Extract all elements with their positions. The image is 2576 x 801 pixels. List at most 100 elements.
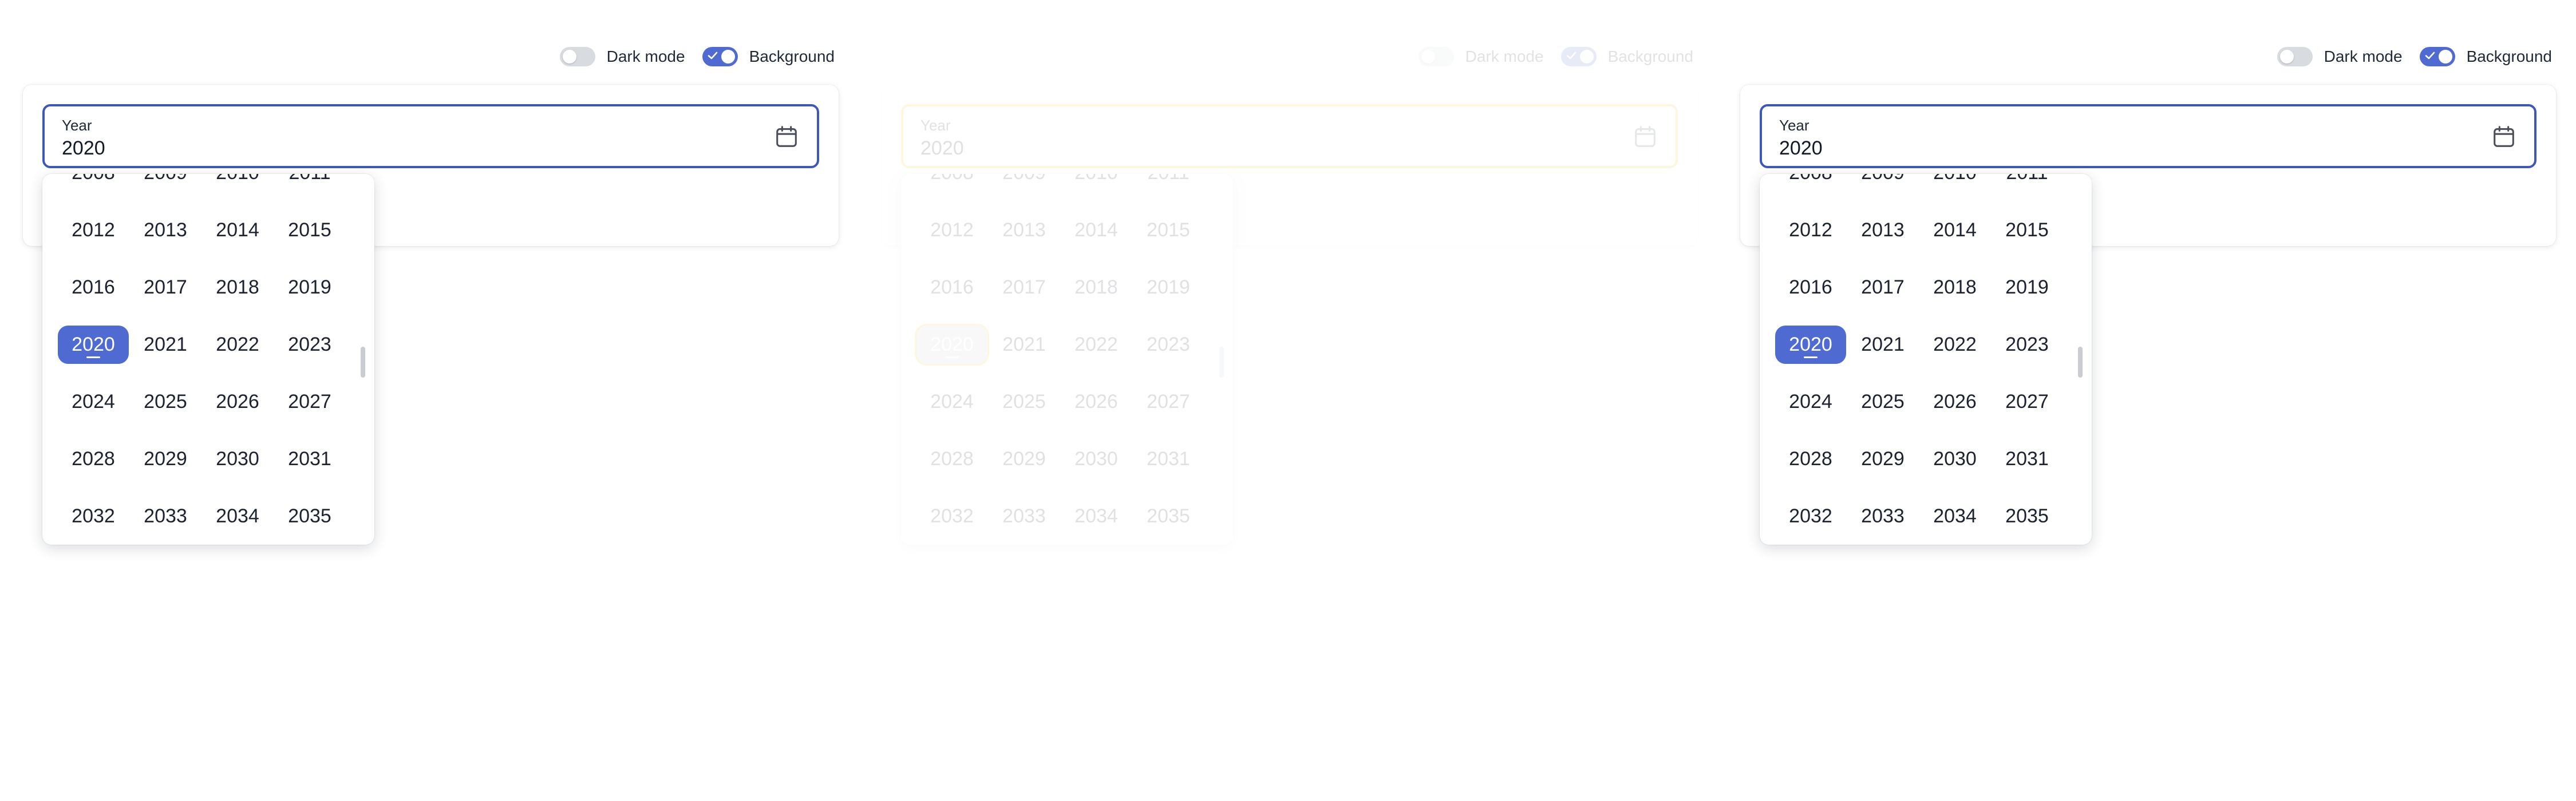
year-option[interactable]: 2025 <box>129 373 202 430</box>
year-option[interactable]: 2027 <box>1132 373 1204 430</box>
year-option[interactable]: 2013 <box>988 201 1060 259</box>
year-option[interactable]: 2028 <box>57 430 129 487</box>
year-option[interactable]: 2028 <box>916 430 988 487</box>
year-option[interactable]: 2023 <box>1991 316 2063 373</box>
year-option[interactable]: 2029 <box>988 430 1060 487</box>
year-option[interactable]: 2010 <box>1060 174 1132 201</box>
year-option[interactable]: 2022 <box>202 316 274 373</box>
year-option[interactable]: 2008 <box>1775 174 1847 201</box>
year-option[interactable]: 2033 <box>988 487 1060 545</box>
year-option[interactable]: 2013 <box>1847 201 1919 259</box>
year-option-selected[interactable]: 2020 <box>916 316 988 373</box>
year-option[interactable]: 2021 <box>988 316 1060 373</box>
year-option[interactable]: 2010 <box>202 174 274 201</box>
calendar-icon[interactable] <box>2491 124 2517 150</box>
year-option[interactable]: 2018 <box>1919 259 1991 316</box>
year-option[interactable]: 2021 <box>129 316 202 373</box>
dropdown-scrollbar[interactable] <box>361 347 365 378</box>
year-option[interactable]: 2011 <box>1132 174 1204 201</box>
year-option[interactable]: 2015 <box>1132 201 1204 259</box>
year-option[interactable]: 2009 <box>988 174 1060 201</box>
year-option[interactable]: 2024 <box>57 373 129 430</box>
year-option[interactable]: 2008 <box>57 174 129 201</box>
year-option[interactable]: 2031 <box>1132 430 1204 487</box>
year-option-label: 2029 <box>1861 447 1905 470</box>
year-option[interactable]: 2028 <box>1775 430 1847 487</box>
year-field[interactable]: Year 2020 <box>901 104 1678 168</box>
year-option[interactable]: 2023 <box>274 316 346 373</box>
year-field[interactable]: Year 2020 <box>42 104 819 168</box>
year-option[interactable]: 2026 <box>1060 373 1132 430</box>
year-option[interactable]: 2030 <box>1060 430 1132 487</box>
dropdown-scrollbar[interactable] <box>2078 347 2083 378</box>
year-option[interactable]: 2029 <box>129 430 202 487</box>
year-option[interactable]: 2035 <box>1132 487 1204 545</box>
year-option[interactable]: 2021 <box>1847 316 1919 373</box>
year-option[interactable]: 2029 <box>1847 430 1919 487</box>
year-option[interactable]: 2030 <box>202 430 274 487</box>
background-switch[interactable] <box>702 47 738 66</box>
year-option[interactable]: 2018 <box>202 259 274 316</box>
year-option[interactable]: 2012 <box>57 201 129 259</box>
year-option[interactable]: 2011 <box>1991 174 2063 201</box>
year-option[interactable]: 2017 <box>988 259 1060 316</box>
year-option[interactable]: 2017 <box>129 259 202 316</box>
year-option[interactable]: 2022 <box>1919 316 1991 373</box>
year-option[interactable]: 2014 <box>1919 201 1991 259</box>
year-option[interactable]: 2019 <box>274 259 346 316</box>
year-option[interactable]: 2034 <box>1060 487 1132 545</box>
year-option-selected[interactable]: 2020 <box>57 316 129 373</box>
year-option[interactable]: 2008 <box>916 174 988 201</box>
year-option[interactable]: 2033 <box>1847 487 1919 545</box>
year-option[interactable]: 2027 <box>274 373 346 430</box>
year-option[interactable]: 2014 <box>202 201 274 259</box>
year-option[interactable]: 2031 <box>1991 430 2063 487</box>
year-option[interactable]: 2010 <box>1919 174 1991 201</box>
year-option[interactable]: 2031 <box>274 430 346 487</box>
year-option[interactable]: 2015 <box>274 201 346 259</box>
year-option[interactable]: 2027 <box>1991 373 2063 430</box>
year-option[interactable]: 2012 <box>916 201 988 259</box>
year-option[interactable]: 2013 <box>129 201 202 259</box>
year-option[interactable]: 2026 <box>202 373 274 430</box>
year-option[interactable]: 2011 <box>274 174 346 201</box>
background-switch[interactable] <box>2419 47 2455 66</box>
year-option[interactable]: 2009 <box>1847 174 1919 201</box>
year-option[interactable]: 2025 <box>988 373 1060 430</box>
year-option[interactable]: 2019 <box>1132 259 1204 316</box>
year-option[interactable]: 2014 <box>1060 201 1132 259</box>
dark-mode-switch[interactable] <box>1418 47 1454 66</box>
year-option[interactable]: 2016 <box>916 259 988 316</box>
year-option[interactable]: 2034 <box>1919 487 1991 545</box>
year-field[interactable]: Year 2020 <box>1760 104 2537 168</box>
dark-mode-switch[interactable] <box>559 47 595 66</box>
calendar-icon[interactable] <box>773 124 800 150</box>
year-option-selected[interactable]: 2020 <box>1775 316 1847 373</box>
year-option[interactable]: 2016 <box>1775 259 1847 316</box>
year-option[interactable]: 2016 <box>57 259 129 316</box>
year-option[interactable]: 2032 <box>916 487 988 545</box>
year-option[interactable]: 2032 <box>57 487 129 545</box>
year-option[interactable]: 2034 <box>202 487 274 545</box>
year-option[interactable]: 2035 <box>274 487 346 545</box>
year-option[interactable]: 2032 <box>1775 487 1847 545</box>
year-option[interactable]: 2018 <box>1060 259 1132 316</box>
calendar-icon[interactable] <box>1632 124 1658 150</box>
dropdown-scrollbar[interactable] <box>1219 347 1224 378</box>
background-switch[interactable] <box>1560 47 1597 66</box>
year-option[interactable]: 2019 <box>1991 259 2063 316</box>
dark-mode-switch[interactable] <box>2277 47 2313 66</box>
year-option[interactable]: 2009 <box>129 174 202 201</box>
year-option[interactable]: 2026 <box>1919 373 1991 430</box>
year-option[interactable]: 2012 <box>1775 201 1847 259</box>
year-option[interactable]: 2024 <box>1775 373 1847 430</box>
year-option[interactable]: 2022 <box>1060 316 1132 373</box>
year-option[interactable]: 2017 <box>1847 259 1919 316</box>
year-option[interactable]: 2035 <box>1991 487 2063 545</box>
year-option[interactable]: 2015 <box>1991 201 2063 259</box>
year-option[interactable]: 2025 <box>1847 373 1919 430</box>
year-option[interactable]: 2024 <box>916 373 988 430</box>
year-option[interactable]: 2030 <box>1919 430 1991 487</box>
year-option[interactable]: 2033 <box>129 487 202 545</box>
year-option[interactable]: 2023 <box>1132 316 1204 373</box>
